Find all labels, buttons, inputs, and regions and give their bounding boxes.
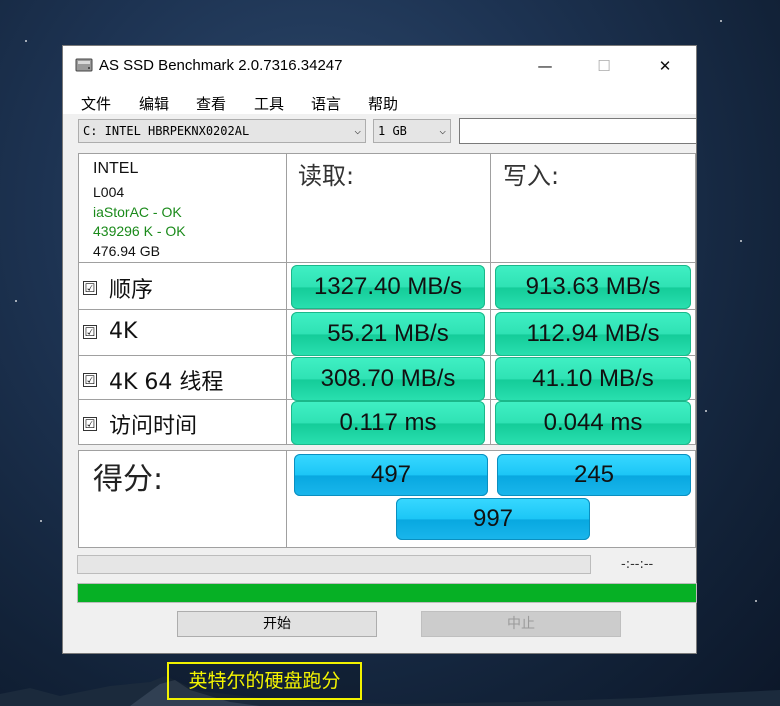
star xyxy=(40,520,42,522)
star xyxy=(705,410,707,412)
star xyxy=(755,600,757,602)
menu-help[interactable]: 帮助 xyxy=(368,93,398,114)
drive-firmware: L004 xyxy=(93,184,125,200)
read-score: 497 xyxy=(294,454,488,496)
menu-tools[interactable]: 工具 xyxy=(254,93,284,114)
row-label-sequential[interactable]: ☑ 顺序 xyxy=(83,272,153,304)
menu-language[interactable]: 语言 xyxy=(311,93,341,114)
abort-button[interactable]: 中止 xyxy=(421,611,621,637)
4k64-label: 4K 64 线程 xyxy=(109,370,224,395)
access-time-read-value: 0.117 ms xyxy=(291,401,485,445)
menu-view[interactable]: 查看 xyxy=(196,93,226,114)
row-label-4k[interactable]: ☑ 4K xyxy=(83,319,137,344)
access-time-write-value: 0.044 ms xyxy=(495,401,691,445)
grid-divider xyxy=(286,450,287,548)
access-time-label: 访问时间 xyxy=(109,414,198,439)
size-select[interactable]: 1 GB ⌵ xyxy=(373,119,451,143)
total-score: 997 xyxy=(396,498,590,540)
4k-read-value: 55.21 MB/s xyxy=(291,312,485,356)
start-button[interactable]: 开始 xyxy=(177,611,377,637)
row-label-4k64[interactable]: ☑ 4K 64 线程 xyxy=(83,364,223,396)
total-progress-bar xyxy=(77,583,697,603)
drive-vendor: INTEL xyxy=(93,160,139,177)
grid-divider xyxy=(78,309,696,310)
close-button[interactable]: ✕ xyxy=(642,46,688,86)
menu-bar: 文件 编辑 查看 工具 语言 帮助 xyxy=(63,86,696,114)
write-column-header: 写入: xyxy=(503,162,560,190)
star xyxy=(740,240,742,242)
caption-label: 英特尔的硬盘跑分 xyxy=(167,662,362,700)
sequential-label: 顺序 xyxy=(109,278,154,303)
minimize-button[interactable]: — xyxy=(522,46,568,86)
score-label: 得分: xyxy=(93,462,164,497)
star xyxy=(25,40,27,42)
elapsed-time: -:--:-- xyxy=(621,557,654,572)
mountain-silhouette xyxy=(0,676,780,706)
app-window: AS SSD Benchmark 2.0.7316.34247 — ☐ ✕ 文件… xyxy=(62,45,697,654)
drive-select[interactable]: C: INTEL HBRPEKNX0202AL ⌵ xyxy=(78,119,366,143)
alignment-status: 439296 K - OK xyxy=(93,223,186,239)
checkbox-4k[interactable]: ☑ xyxy=(83,324,97,339)
menu-edit[interactable]: 编辑 xyxy=(139,93,169,114)
chevron-down-icon: ⌵ xyxy=(354,124,361,137)
grid-divider xyxy=(78,262,696,263)
chevron-down-icon: ⌵ xyxy=(439,124,446,137)
read-column-header: 读取: xyxy=(298,162,355,190)
test-progress-bar xyxy=(77,555,591,574)
star xyxy=(15,300,17,302)
total-progress-fill xyxy=(78,584,696,602)
row-label-access-time[interactable]: ☑ 访问时间 xyxy=(83,408,197,440)
4k-label: 4K xyxy=(109,319,138,344)
4k64-read-value: 308.70 MB/s xyxy=(291,357,485,401)
grid-divider xyxy=(286,153,287,445)
app-drive-icon xyxy=(75,58,93,72)
sequential-read-value: 1327.40 MB/s xyxy=(291,265,485,309)
checkbox-4k64[interactable]: ☑ xyxy=(83,373,97,387)
4k-write-value: 112.94 MB/s xyxy=(495,312,691,356)
4k64-write-value: 41.10 MB/s xyxy=(495,357,691,401)
title-bar[interactable]: AS SSD Benchmark 2.0.7316.34247 — ☐ ✕ xyxy=(63,46,696,86)
driver-status: iaStorAC - OK xyxy=(93,204,182,220)
size-select-value: 1 GB xyxy=(378,124,407,138)
grid-divider xyxy=(490,153,491,445)
sequential-write-value: 913.63 MB/s xyxy=(495,265,691,309)
drive-select-value: C: INTEL HBRPEKNX0202AL xyxy=(83,124,250,138)
write-score: 245 xyxy=(497,454,691,496)
star xyxy=(720,20,722,22)
maximize-button[interactable]: ☐ xyxy=(581,46,627,86)
checkbox-sequential[interactable]: ☑ xyxy=(83,281,97,295)
name-input[interactable] xyxy=(459,118,697,144)
window-title: AS SSD Benchmark 2.0.7316.34247 xyxy=(99,57,343,74)
checkbox-access-time[interactable]: ☑ xyxy=(83,417,97,431)
menu-file[interactable]: 文件 xyxy=(81,93,111,114)
drive-capacity: 476.94 GB xyxy=(93,243,160,259)
